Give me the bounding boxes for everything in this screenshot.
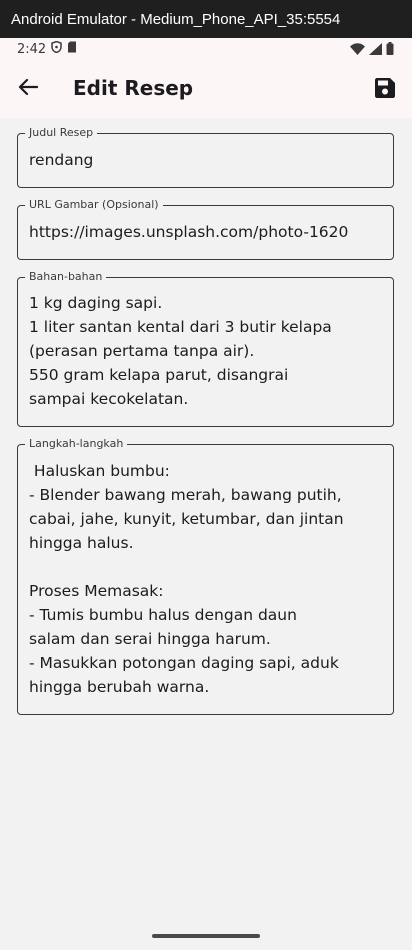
- navigation-handle[interactable]: [152, 934, 260, 938]
- sd-card-icon: [67, 41, 77, 57]
- langkah-label: Langkah-langkah: [25, 437, 128, 451]
- save-button[interactable]: [372, 77, 398, 103]
- url-gambar-label: URL Gambar (Opsional): [25, 198, 163, 212]
- bahan-field[interactable]: Bahan-bahan 1 kg daging sapi. 1 liter sa…: [17, 270, 394, 427]
- save-icon: [375, 78, 395, 102]
- signal-icon: [369, 42, 382, 59]
- shield-icon: [51, 40, 62, 57]
- judul-resep-input[interactable]: rendang: [29, 148, 385, 172]
- bahan-input[interactable]: 1 kg daging sapi. 1 liter santan kental …: [29, 291, 385, 411]
- emulator-title: Android Emulator - Medium_Phone_API_35:5…: [11, 10, 341, 28]
- judul-resep-label: Judul Resep: [25, 126, 98, 140]
- emulator-title-bar: Android Emulator - Medium_Phone_API_35:5…: [0, 0, 412, 38]
- bahan-label: Bahan-bahan: [25, 270, 107, 284]
- back-button[interactable]: [14, 75, 42, 103]
- url-gambar-field[interactable]: URL Gambar (Opsional) https://images.uns…: [17, 198, 394, 260]
- url-gambar-input[interactable]: https://images.unsplash.com/photo-1620: [29, 220, 385, 244]
- status-bar: 2:42: [0, 38, 412, 60]
- battery-icon: [386, 42, 394, 59]
- langkah-field[interactable]: Langkah-langkah Haluskan bumbu: - Blende…: [17, 437, 394, 715]
- wifi-icon: [350, 42, 365, 59]
- phone-screen: 2:42 Edit Resep Judul Resep rendang URL …: [0, 38, 412, 950]
- langkah-input[interactable]: Haluskan bumbu: - Blender bawang merah, …: [29, 459, 385, 699]
- status-time: 2:42: [17, 41, 47, 57]
- arrow-back-icon: [18, 78, 39, 100]
- app-bar: Edit Resep: [0, 60, 412, 118]
- judul-resep-field[interactable]: Judul Resep rendang: [17, 126, 394, 188]
- page-title: Edit Resep: [73, 76, 194, 100]
